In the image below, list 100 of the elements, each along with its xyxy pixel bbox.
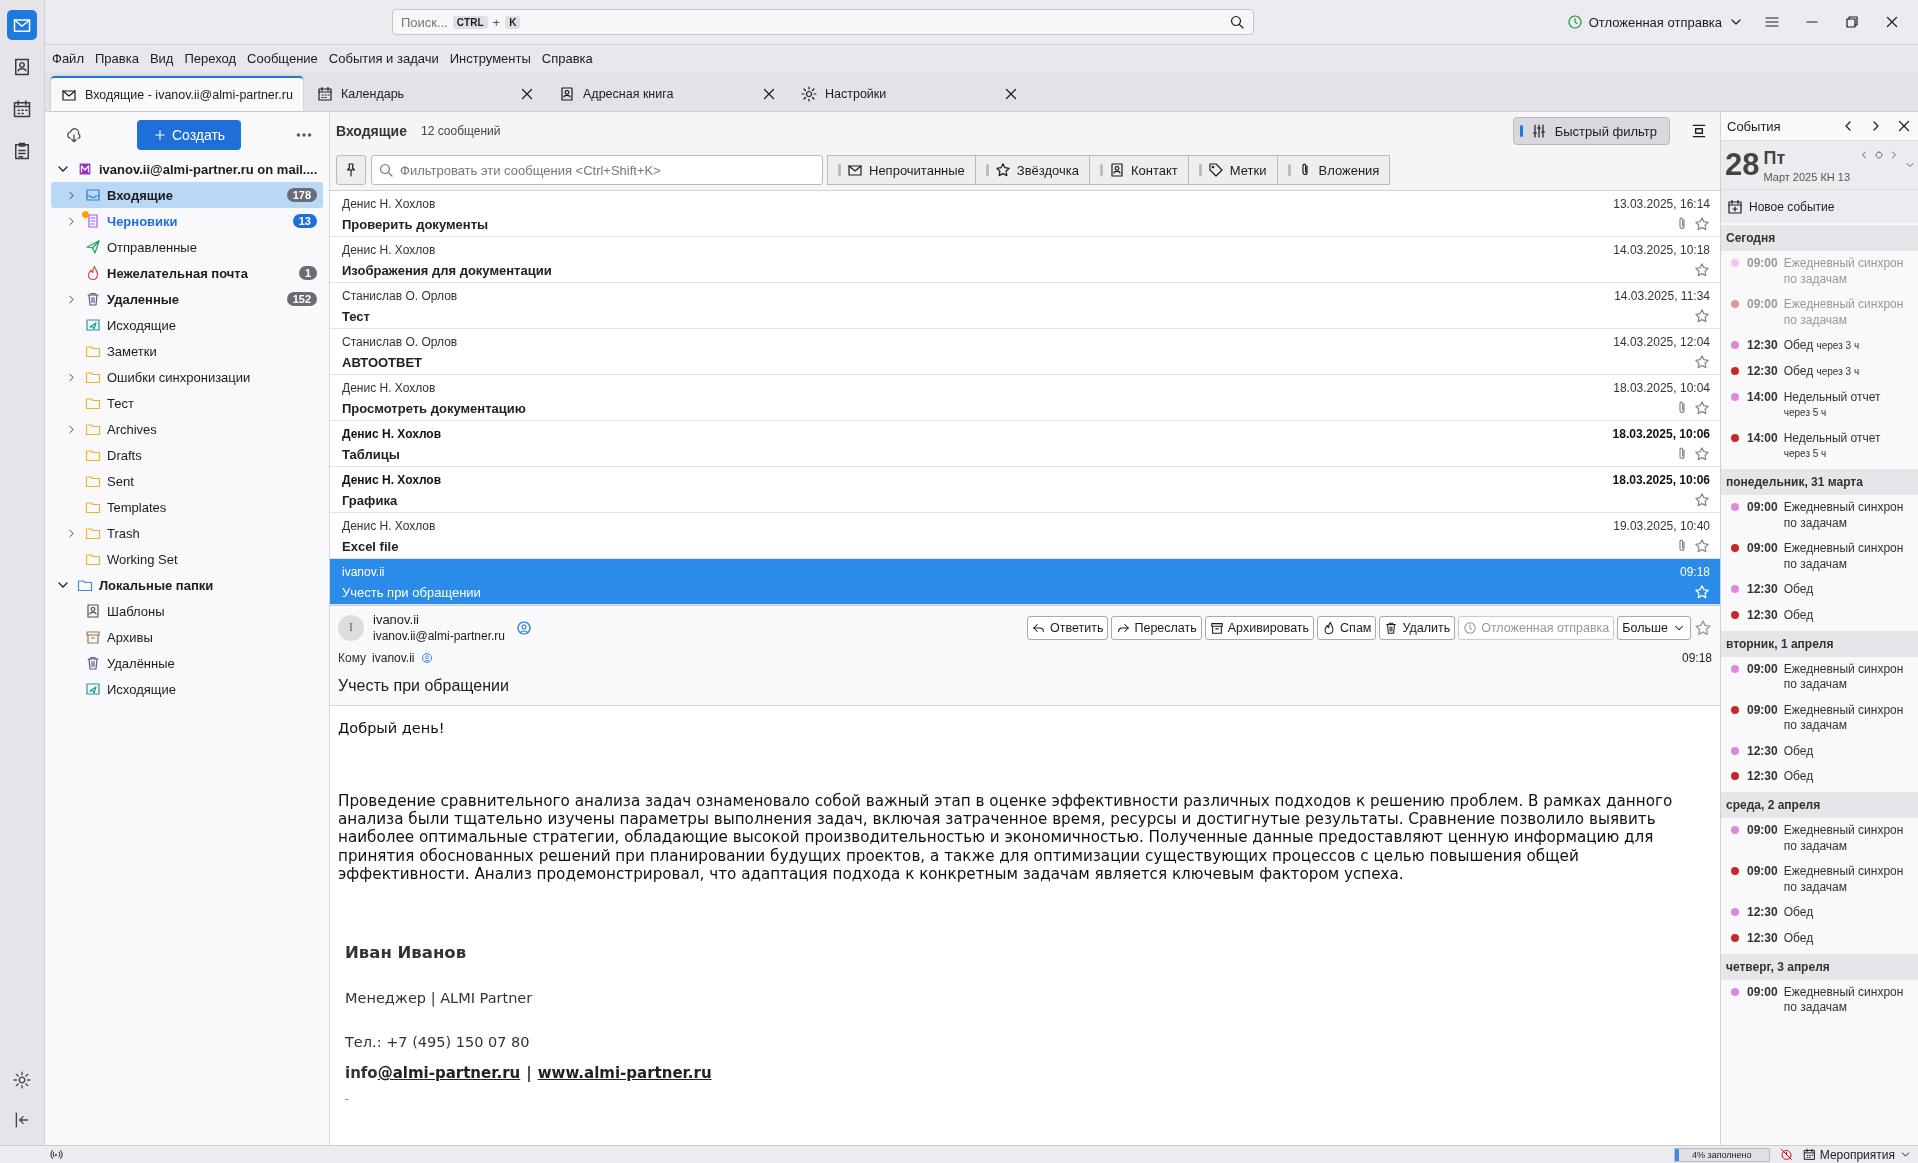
- message-row[interactable]: Денис Н. Хохлов 14.03.2025, 10:18 Изображения для документации: [330, 237, 1720, 283]
- event-item[interactable]: 09:00 Ежедневный синхрон по задачам: [1721, 818, 1918, 860]
- event-item[interactable]: 12:30 Обед через 3 ч: [1721, 333, 1918, 359]
- message-row[interactable]: Денис Н. Хохлов 13.03.2025, 16:14 Проверить документы: [330, 191, 1720, 237]
- folder-item[interactable]: Тест: [51, 390, 323, 416]
- menu-item[interactable]: Переход: [184, 51, 237, 66]
- event-item[interactable]: 09:00 Ежедневный синхрон по задачам: [1721, 979, 1918, 1021]
- search-placeholder: Поиск...: [401, 14, 448, 30]
- event-time: 09:00: [1747, 541, 1778, 557]
- message-row[interactable]: Денис Н. Хохлов 18.03.2025, 10:06 Графика: [330, 467, 1720, 513]
- search-field[interactable]: Поиск... CTRL + K: [392, 9, 1254, 35]
- event-item[interactable]: 12:30 Обед: [1721, 738, 1918, 765]
- tab[interactable]: Настройки: [791, 76, 1029, 111]
- menu-item[interactable]: Справка: [541, 51, 593, 66]
- message-date: 09:18: [1679, 565, 1710, 579]
- event-title: Обед: [1783, 582, 1814, 597]
- event-hint: через 3 ч: [1816, 339, 1860, 353]
- event-item[interactable]: 12:30 Обед: [1721, 926, 1918, 952]
- folder-item[interactable]: Archives: [51, 416, 323, 442]
- message-row[interactable]: Денис Н. Хохлов 18.03.2025, 10:06 Таблицы: [330, 421, 1720, 467]
- message-date: 13.03.2025, 16:14: [1613, 197, 1710, 211]
- menu-item[interactable]: Вид: [149, 51, 174, 66]
- greeting-text: Добрый день!: [338, 720, 446, 736]
- event-item[interactable]: 12:30 Обед: [1721, 577, 1918, 603]
- folder-item[interactable]: Templates: [51, 494, 323, 520]
- action-button[interactable]: Архивировать: [1204, 615, 1315, 640]
- menu-item[interactable]: Инструменты: [449, 51, 531, 66]
- folder-item[interactable]: Trash: [51, 520, 323, 546]
- folder-item[interactable]: Нежелательная почта 1: [51, 260, 323, 286]
- folder-item[interactable]: Sent: [51, 468, 323, 494]
- account-item[interactable]: Локальные папки: [51, 572, 323, 598]
- event-item[interactable]: 09:00 Ежедневный синхрон по задачам: [1721, 536, 1918, 578]
- tab[interactable]: Адресная книга: [549, 76, 787, 111]
- event-time: 09:00: [1747, 823, 1778, 839]
- action-button[interactable]: Ответить: [1027, 615, 1109, 640]
- folder-item[interactable]: Заметки: [51, 338, 323, 364]
- event-item[interactable]: 12:30 Обед: [1721, 602, 1918, 629]
- folder-item[interactable]: Исходящие: [51, 312, 323, 338]
- event-item[interactable]: 12:30 Обед через 3 ч: [1721, 358, 1918, 385]
- new-event-button[interactable]: Новое событие: [1721, 189, 1918, 223]
- create-button[interactable]: Создать: [136, 120, 242, 150]
- folder-item[interactable]: Шаблоны: [51, 598, 323, 624]
- event-time: 12:30: [1747, 363, 1778, 380]
- filter-button[interactable]: Звёздочка: [974, 155, 1090, 185]
- filter-button[interactable]: Непрочитанные: [827, 155, 976, 185]
- body-paragraph: Проведение сравнительного анализа задач ознаменовало собой важный этап в оценке эффективности различных подходов к решению проблем. В рамках данного анализа были тщательно изучены параметры выполнения задач, включая затраченное время, ресурсы и достигнутые результаты. Сравнение позволило выявить наиболее оптимальные стратегии, обладающие высокой производительностью и экономичностью. Полученные данные предоставляют ценную информацию для принятия обоснованных решений при планировании будущих проектов, а также для оптимизации существующих процессов с целью повышения общей эффективности. Анализ продемонстрировал, что адаптация подхода к конкретным задачам является ключевым фактором успеха.: [338, 792, 1674, 884]
- folder-item[interactable]: Drafts: [51, 442, 323, 468]
- events-menu-button[interactable]: Мероприятия: [1802, 1147, 1912, 1162]
- message-row[interactable]: Денис Н. Хохлов 18.03.2025, 10:04 Просмотреть документацию: [330, 375, 1720, 421]
- menu-item[interactable]: События и задачи: [328, 51, 439, 66]
- event-item[interactable]: 09:00 Ежедневный синхрон по задачам: [1721, 859, 1918, 901]
- menu-item[interactable]: Правка: [94, 51, 139, 66]
- action-button[interactable]: Переслать: [1111, 615, 1202, 640]
- event-item[interactable]: 09:00 Ежедневный синхрон по задачам: [1721, 656, 1918, 698]
- event-title: Ежедневный синхрон по задачам: [1783, 661, 1904, 692]
- event-time: 09:00: [1747, 984, 1778, 1001]
- action-button[interactable]: Спам: [1317, 615, 1377, 640]
- event-item[interactable]: 09:00 Ежедневный синхрон по задачам: [1721, 494, 1918, 537]
- scheduled-send-button[interactable]: Отложенная отправка: [1566, 14, 1744, 30]
- menu-item[interactable]: Файл: [52, 51, 84, 66]
- email-link[interactable]: @almi-partner.ru: [377, 1064, 521, 1083]
- event-title: Ежедневный синхрон по задачам: [1783, 256, 1904, 286]
- message-row[interactable]: Станислав О. Орлов 14.03.2025, 11:34 Тест: [330, 283, 1720, 329]
- message-subject: Проверить документы: [342, 216, 489, 232]
- filter-button[interactable]: Вложения: [1276, 155, 1391, 185]
- filter-button[interactable]: Метки: [1187, 155, 1278, 185]
- folder-item[interactable]: Отправленные: [51, 234, 323, 260]
- tab[interactable]: Календарь: [307, 76, 545, 111]
- event-item[interactable]: 09:00 Ежедневный синхрон по задачам: [1721, 697, 1918, 739]
- event-title: Ежедневный синхрон по задачам: [1783, 823, 1904, 853]
- signature-name: Иван Иванов: [345, 943, 468, 963]
- message-sender: ivanov.ii: [342, 565, 385, 579]
- folder-item[interactable]: Архивы: [51, 624, 323, 650]
- event-time: 12:30: [1747, 338, 1778, 354]
- event-item[interactable]: 14:00 Недельный отчет через 5 ч: [1721, 425, 1918, 467]
- avatar: I: [338, 614, 364, 641]
- folder-item[interactable]: Удалённые: [51, 650, 323, 676]
- quick-filter-button[interactable]: Быстрый фильтр: [1512, 117, 1670, 145]
- event-item[interactable]: 14:00 Недельный отчет через 5 ч: [1721, 384, 1918, 426]
- menu-item[interactable]: Сообщение: [247, 51, 318, 66]
- account-item[interactable]: ivanov.ii@almi-partner.ru on mail....: [51, 156, 323, 182]
- folder-item[interactable]: Входящие 178: [51, 182, 323, 208]
- event-item[interactable]: 12:30 Обед: [1721, 764, 1918, 791]
- filter-button[interactable]: Контакт: [1089, 155, 1189, 185]
- website-link[interactable]: www.almi-partner.ru: [537, 1064, 712, 1083]
- event-time: 12:30: [1747, 905, 1778, 922]
- folder-item[interactable]: Исходящие: [51, 676, 323, 702]
- more-button[interactable]: Больше: [1617, 615, 1691, 640]
- unread-count: 1: [298, 266, 317, 280]
- filter-field[interactable]: Фильтровать эти сообщения <Ctrl+Shift+K>: [371, 155, 823, 185]
- event-hint: через 5 ч: [1783, 406, 1827, 420]
- event-item[interactable]: 12:30 Обед: [1721, 900, 1918, 927]
- folder-item[interactable]: Удаленные 152: [51, 286, 323, 312]
- shortcut-joiner: +: [492, 14, 501, 30]
- folder-item[interactable]: Черновики 13: [51, 208, 323, 234]
- action-button[interactable]: Удалить: [1379, 615, 1456, 640]
- message-row[interactable]: Станислав О. Орлов 14.03.2025, 12:04 АВТООТВЕТ: [330, 329, 1720, 375]
- folder-item[interactable]: Ошибки синхронизации: [51, 364, 323, 390]
- folder-item[interactable]: Working Set: [51, 546, 323, 572]
- tab[interactable]: Входящие - ivanov.ii@almi-partner.ru: [51, 76, 303, 111]
